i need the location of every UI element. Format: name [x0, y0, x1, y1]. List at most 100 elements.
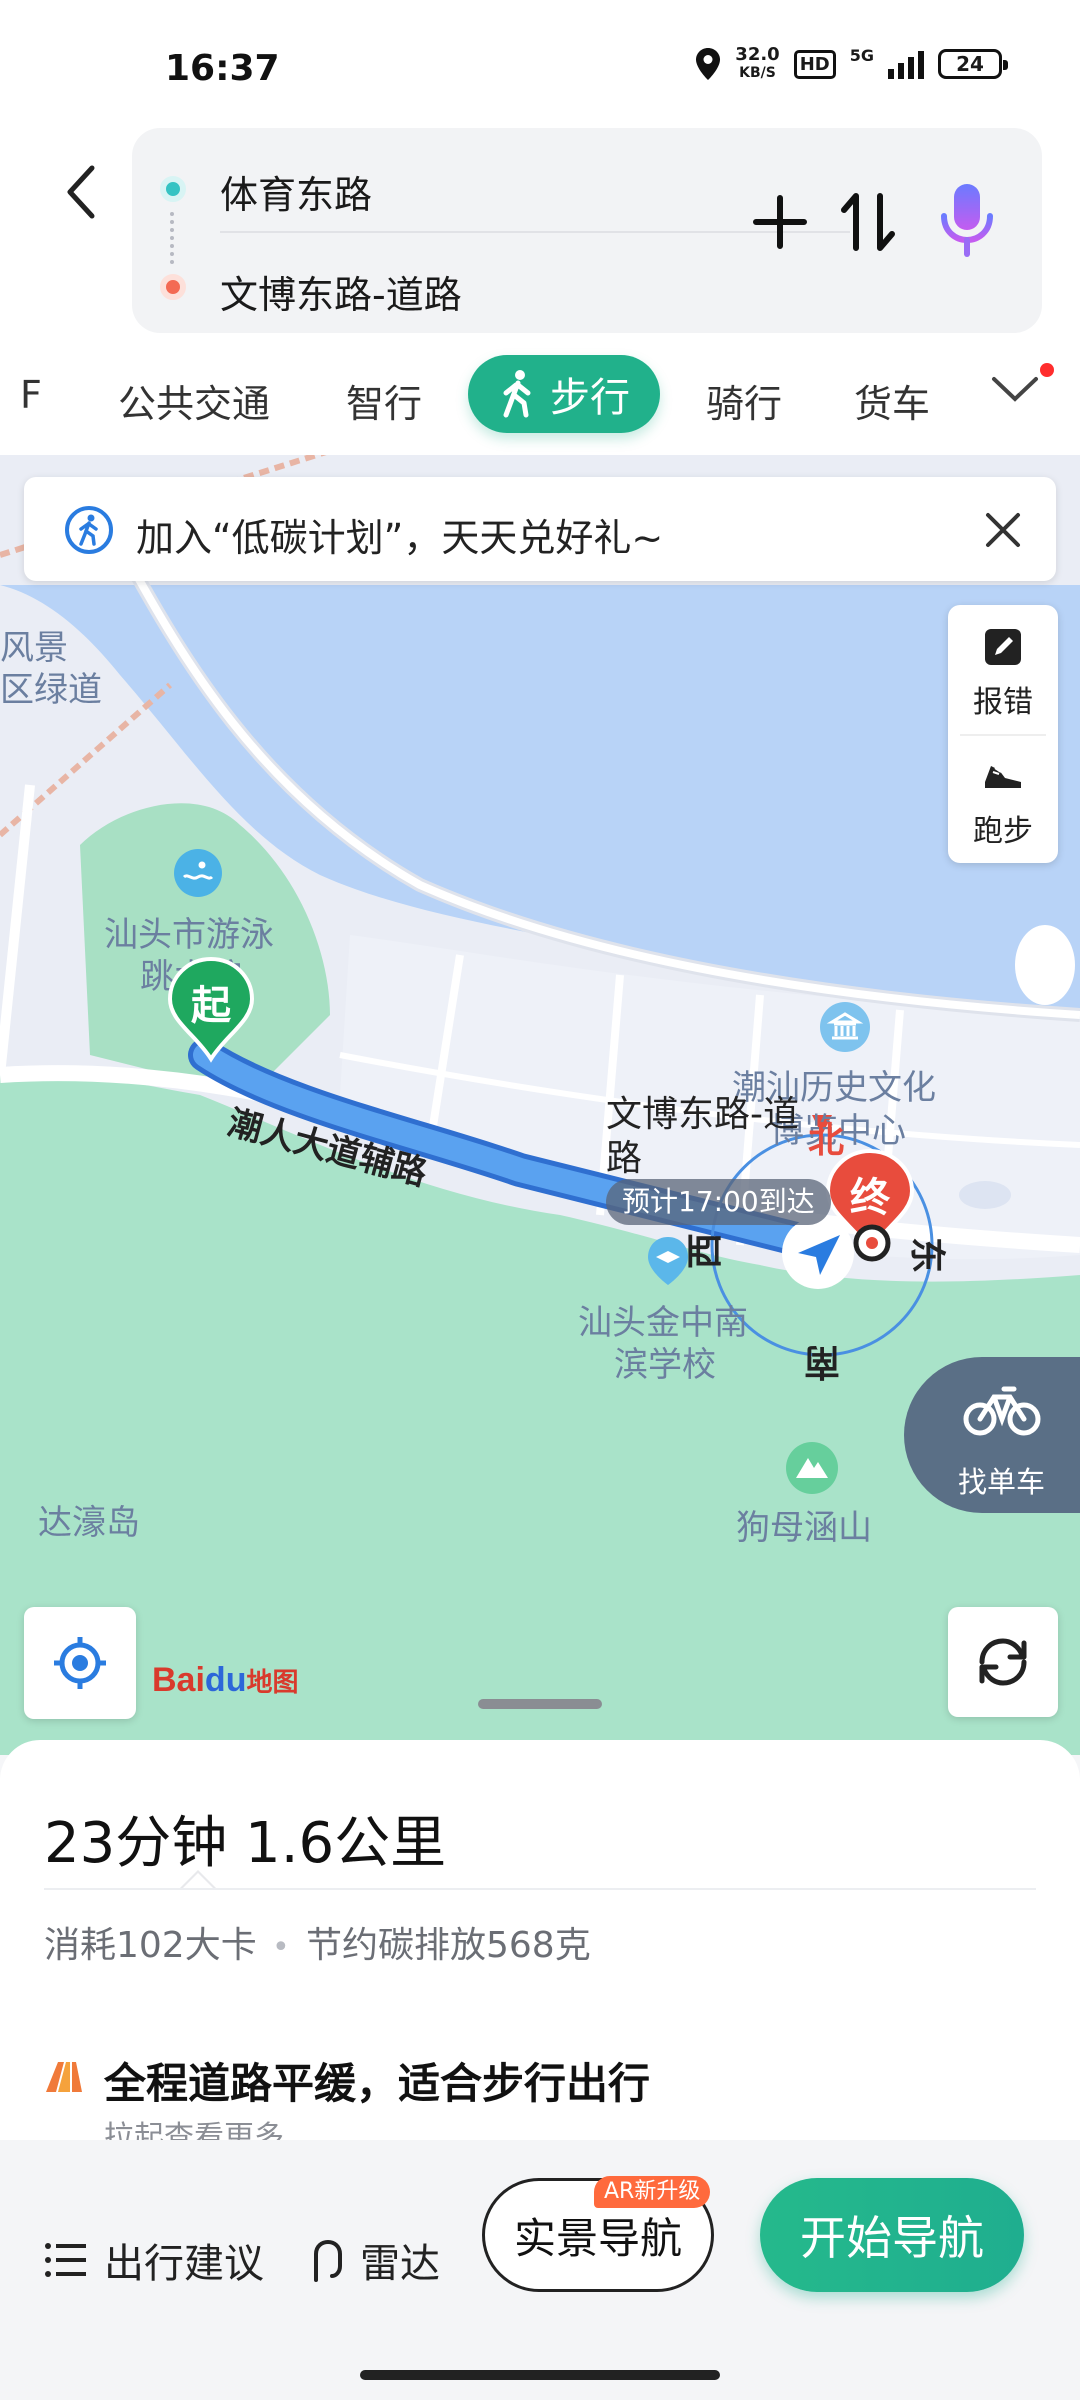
close-icon[interactable]: [980, 507, 1026, 553]
travel-mode-tabs: F 公共交通 智行 步行 骑行 货车: [0, 335, 1080, 455]
ar-upgrade-badge: AR新升级: [594, 2176, 711, 2208]
mountain-poi-icon[interactable]: [784, 1440, 840, 1496]
voice-input-button[interactable]: [932, 180, 1002, 260]
route-from-input[interactable]: 体育东路: [220, 164, 372, 219]
logo-map: 地图: [246, 1667, 299, 1697]
battery-icon: 24: [938, 49, 1008, 79]
radar-button[interactable]: 雷达: [308, 2210, 440, 2310]
map-label-school-2: 滨学校: [614, 1345, 716, 1385]
home-indicator[interactable]: [360, 2370, 720, 2380]
logo-du: du: [204, 1661, 247, 1699]
time-distance: 23分钟 1.6公里: [44, 1811, 447, 1876]
compass-west: 西: [685, 1232, 727, 1270]
crosshair-icon: [54, 1637, 106, 1689]
calories-text: 消耗102大卡: [44, 1925, 257, 1966]
status-bar: 16:37 32.0 KB/S HD 5G 24: [0, 0, 1080, 120]
running-label: 跑步: [973, 814, 1033, 849]
walking-icon: [503, 370, 531, 418]
tab-ride[interactable]: 骑行: [706, 373, 782, 428]
logo-bai: Bai: [152, 1661, 205, 1699]
running-button[interactable]: 跑步: [948, 734, 1058, 863]
signal-type: 5G: [849, 46, 874, 65]
start-navigation-button[interactable]: 开始导航: [760, 2178, 1024, 2292]
walk-circle-icon: [65, 506, 113, 554]
edit-icon: [985, 629, 1021, 665]
start-dot-icon: [160, 176, 186, 202]
network-speed: 32.0 KB/S: [735, 46, 779, 82]
tab-public-transit[interactable]: 公共交通: [118, 373, 270, 428]
tab-walk-label: 步行: [550, 375, 630, 421]
route-card: 体育东路 文博东路-道路: [132, 128, 1042, 333]
summary-pointer: [180, 1870, 216, 1889]
travel-advice-button[interactable]: 出行建议: [44, 2210, 264, 2310]
report-error-label: 报错: [973, 685, 1033, 720]
refresh-icon: [979, 1638, 1027, 1686]
location-icon: [696, 48, 721, 80]
compass-east: 东: [906, 1236, 948, 1274]
add-waypoint-button[interactable]: [744, 186, 816, 258]
museum-poi-icon[interactable]: [818, 1000, 872, 1054]
compass-north: 北: [808, 1120, 845, 1161]
hd-badge: HD: [793, 49, 836, 79]
refresh-route-button[interactable]: [948, 1607, 1058, 1717]
radar-icon: [314, 2239, 342, 2282]
locate-me-button[interactable]: [24, 1607, 136, 1719]
swap-icon: [841, 193, 895, 251]
map-view[interactable]: 加入“低碳计划”，天天兑好礼~ 报错 跑步 风景 区绿道 汕头市游泳 跳水馆 潮…: [0, 455, 1080, 1755]
status-time: 16:37: [165, 48, 280, 89]
map-label-dest-2: 路: [606, 1138, 643, 1179]
bottom-action-bar: 出行建议 雷达 实景导航 AR新升级 开始导航: [0, 2140, 1080, 2400]
chevron-down-icon: [992, 377, 1038, 402]
notification-dot: [1040, 363, 1054, 377]
status-icons: 32.0 KB/S HD 5G 24: [695, 46, 1008, 82]
divider: [44, 1888, 1036, 1890]
route-summary-sheet[interactable]: 23分钟 1.6公里 消耗102大卡 • 节约碳排放568克 全程道路平缓，适合…: [0, 1740, 1080, 2140]
start-marker[interactable]: 起: [166, 955, 256, 1065]
map-label-mountain: 狗母涵山: [736, 1508, 872, 1548]
map-label-island: 达濠岛: [38, 1503, 140, 1543]
separator-dot: •: [272, 1930, 290, 1965]
travel-advice-label: 出行建议: [104, 2241, 264, 2287]
back-button[interactable]: [50, 152, 110, 232]
destination-point-icon: [853, 1224, 891, 1262]
tab-smart[interactable]: 智行: [346, 373, 422, 428]
swimming-poi-icon[interactable]: [172, 847, 224, 899]
banner-text: 加入“低碳计划”，天天兑好礼~: [136, 516, 664, 560]
swap-route-button[interactable]: [832, 186, 904, 258]
signal-icon: [888, 49, 924, 79]
microphone-icon: [941, 184, 993, 257]
map-label-scenic-2: 区绿道: [0, 670, 102, 710]
start-marker-label: 起: [191, 983, 231, 1029]
low-carbon-banner[interactable]: 加入“低碳计划”，天天兑好礼~: [24, 477, 1056, 581]
shoe-icon: [985, 766, 1021, 788]
radar-label: 雷达: [360, 2241, 440, 2287]
battery-level: 24: [956, 52, 984, 76]
find-bike-label: 找单车: [958, 1465, 1046, 1499]
bicycle-icon: [963, 1386, 1041, 1436]
end-dot-icon: [160, 274, 186, 300]
tip-subtitle: 拉起查看更多: [104, 2120, 284, 2140]
tab-truck[interactable]: 货车: [854, 373, 930, 428]
eta-tag: 预计17:00到达: [606, 1179, 831, 1225]
list-icon: [45, 2243, 86, 2277]
baidu-map-logo: Baidu地图: [152, 1661, 298, 1700]
map-side-tools: 报错 跑步: [948, 605, 1058, 863]
road-tip-icon: [46, 2062, 82, 2092]
compass-south: 南: [804, 1341, 841, 1382]
network-speed-unit: KB/S: [739, 65, 776, 81]
tab-walk[interactable]: 步行: [468, 355, 660, 433]
route-header: 体育东路 文博东路-道路: [0, 120, 1080, 335]
network-speed-value: 32.0: [735, 44, 780, 65]
find-bike-button[interactable]: 找单车: [904, 1357, 1080, 1513]
current-location-icon: [782, 1217, 854, 1289]
report-error-button[interactable]: 报错: [948, 605, 1058, 734]
route-connector: [170, 212, 176, 264]
tab-partial[interactable]: F: [20, 373, 42, 417]
tip-title: 全程道路平缓，适合步行出行: [104, 2059, 651, 2108]
more-tabs-button[interactable]: [990, 373, 1050, 423]
carbon-text: 节约碳排放568克: [306, 1925, 591, 1966]
chevron-left-icon: [67, 165, 95, 219]
sheet-drag-handle[interactable]: [478, 1699, 602, 1709]
route-to-input[interactable]: 文博东路-道路: [220, 264, 462, 319]
plus-icon: [753, 195, 807, 249]
